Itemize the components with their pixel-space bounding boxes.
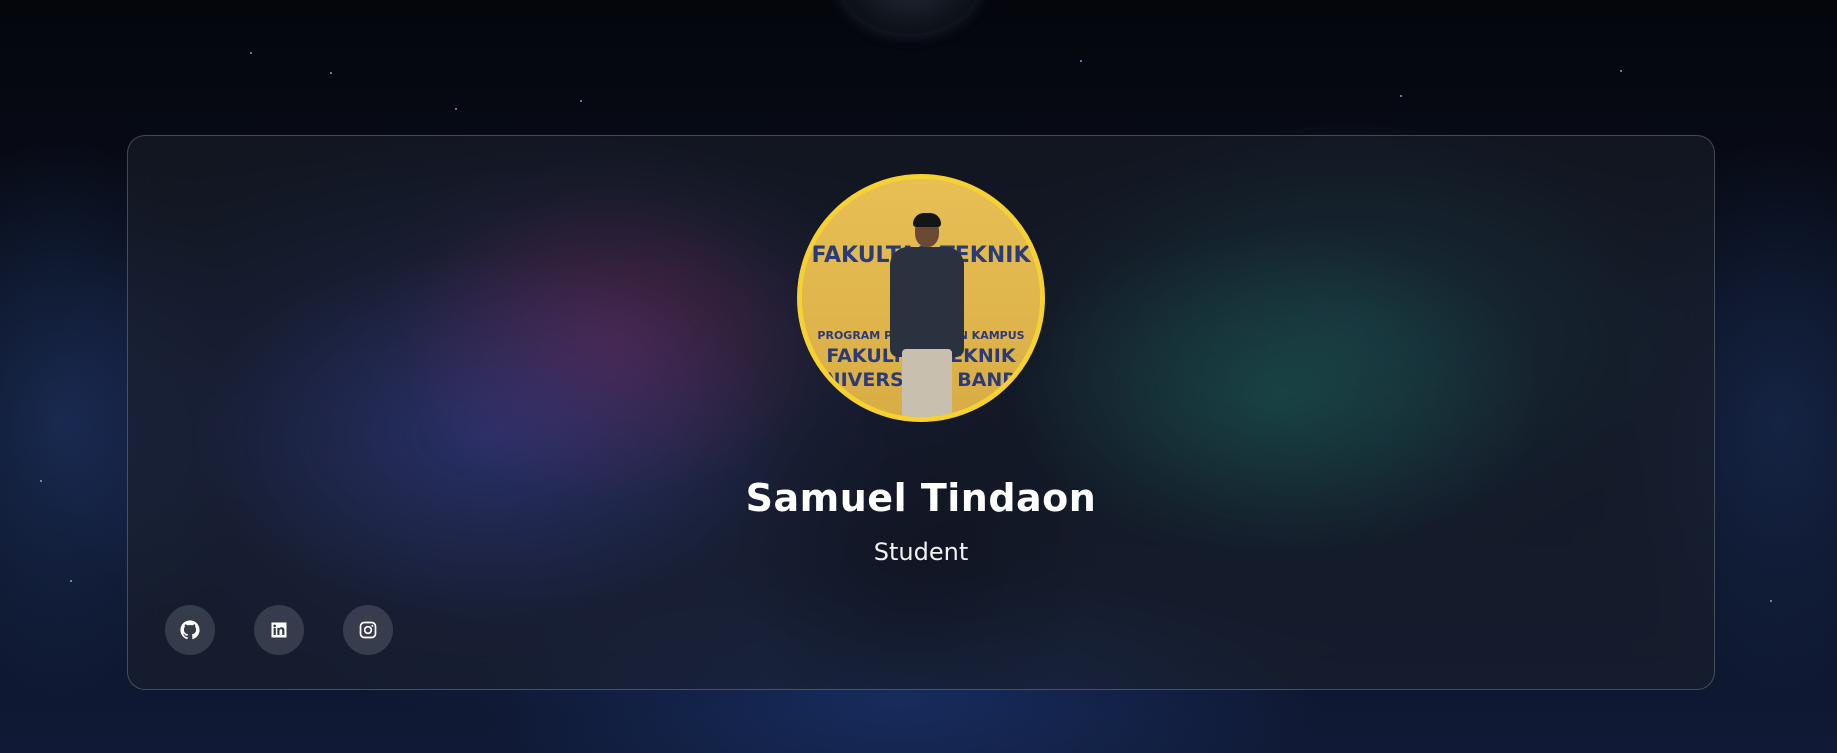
avatar-person-legs: [902, 349, 952, 417]
star: [580, 100, 582, 102]
star: [330, 72, 332, 74]
profile-card: FAKULTAS TEKNIK PROGRAM PENGENALAN KAMPU…: [127, 135, 1715, 690]
avatar: FAKULTAS TEKNIK PROGRAM PENGENALAN KAMPU…: [797, 174, 1045, 422]
star: [1620, 70, 1622, 72]
star: [40, 480, 42, 482]
star: [1770, 600, 1772, 602]
star: [70, 580, 72, 582]
profile-name: Samuel Tindaon: [745, 476, 1097, 520]
star: [1080, 60, 1082, 62]
profile-role: Student: [873, 538, 969, 566]
star: [1400, 95, 1402, 97]
star: [250, 52, 252, 54]
github-icon: [180, 620, 200, 640]
instagram-icon: [359, 621, 377, 639]
linkedin-icon: [271, 622, 287, 638]
linkedin-link[interactable]: [254, 605, 304, 655]
star: [455, 108, 457, 110]
avatar-person-body: [890, 247, 964, 357]
instagram-link[interactable]: [343, 605, 393, 655]
avatar-person-hair: [913, 213, 941, 227]
github-link[interactable]: [165, 605, 215, 655]
social-links: [165, 605, 393, 655]
